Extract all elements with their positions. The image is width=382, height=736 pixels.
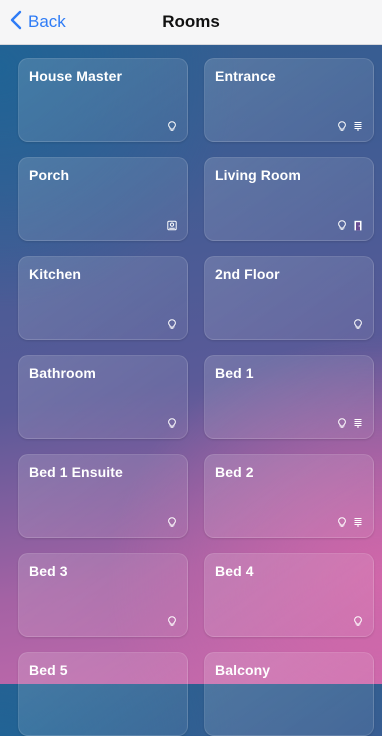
room-name: Bathroom bbox=[29, 365, 96, 381]
lightbulb-icon bbox=[167, 319, 177, 330]
lightbulb-icon bbox=[337, 220, 347, 231]
room-status-icons bbox=[353, 616, 363, 627]
rooms-grid: House Master Entrance Porch Living Room Kitc… bbox=[18, 58, 374, 736]
room-status-icons bbox=[167, 220, 177, 231]
room-status-icons bbox=[167, 418, 177, 429]
room-status-icons bbox=[337, 418, 363, 429]
room-status-icons bbox=[353, 319, 363, 330]
room-tile[interactable]: Porch bbox=[18, 157, 188, 241]
room-name: Porch bbox=[29, 167, 70, 183]
lightbulb-icon bbox=[167, 121, 177, 132]
room-name: Bed 1 Ensuite bbox=[29, 464, 123, 480]
room-status-icons bbox=[337, 220, 363, 231]
room-name: 2nd Floor bbox=[215, 266, 280, 282]
lightbulb-icon bbox=[337, 418, 347, 429]
room-tile[interactable]: Kitchen bbox=[18, 256, 188, 340]
room-name: Bed 3 bbox=[29, 563, 68, 579]
lightbulb-icon bbox=[353, 616, 363, 627]
room-tile[interactable]: Bathroom bbox=[18, 355, 188, 439]
room-status-icons bbox=[167, 616, 177, 627]
lightbulb-icon bbox=[337, 517, 347, 528]
room-status-icons bbox=[337, 121, 363, 132]
room-name: Bed 5 bbox=[29, 662, 68, 678]
back-button[interactable]: Back bbox=[10, 0, 66, 44]
room-status-icons bbox=[337, 517, 363, 528]
room-status-icons bbox=[167, 319, 177, 330]
room-tile[interactable]: House Master bbox=[18, 58, 188, 142]
lightbulb-icon bbox=[167, 616, 177, 627]
back-label: Back bbox=[28, 12, 66, 31]
room-tile[interactable]: Bed 3 bbox=[18, 553, 188, 637]
lightbulb-icon bbox=[337, 121, 347, 132]
room-tile[interactable]: Entrance bbox=[204, 58, 374, 142]
room-name: Entrance bbox=[215, 68, 276, 84]
room-name: Living Room bbox=[215, 167, 301, 183]
room-tile[interactable]: Bed 4 bbox=[204, 553, 374, 637]
navigation-bar: Back Rooms bbox=[0, 0, 382, 45]
room-tile[interactable]: Bed 5 bbox=[18, 652, 188, 736]
camera-icon bbox=[167, 220, 177, 231]
door-icon bbox=[353, 220, 363, 231]
room-status-icons bbox=[167, 517, 177, 528]
room-tile[interactable]: Bed 2 bbox=[204, 454, 374, 538]
lightbulb-icon bbox=[167, 418, 177, 429]
blinds-icon bbox=[353, 418, 363, 429]
room-tile[interactable]: Living Room bbox=[204, 157, 374, 241]
room-tile[interactable]: Balcony bbox=[204, 652, 374, 736]
room-name: Balcony bbox=[215, 662, 271, 678]
blinds-icon bbox=[353, 121, 363, 132]
room-name: Bed 4 bbox=[215, 563, 254, 579]
room-name: House Master bbox=[29, 68, 123, 84]
room-tile[interactable]: Bed 1 Ensuite bbox=[18, 454, 188, 538]
lightbulb-icon bbox=[353, 319, 363, 330]
room-name: Kitchen bbox=[29, 266, 82, 282]
room-status-icons bbox=[167, 121, 177, 132]
chevron-left-icon bbox=[10, 10, 22, 35]
room-name: Bed 2 bbox=[215, 464, 254, 480]
blinds-icon bbox=[353, 517, 363, 528]
room-tile[interactable]: 2nd Floor bbox=[204, 256, 374, 340]
room-name: Bed 1 bbox=[215, 365, 254, 381]
room-tile[interactable]: Bed 1 bbox=[204, 355, 374, 439]
lightbulb-icon bbox=[167, 517, 177, 528]
